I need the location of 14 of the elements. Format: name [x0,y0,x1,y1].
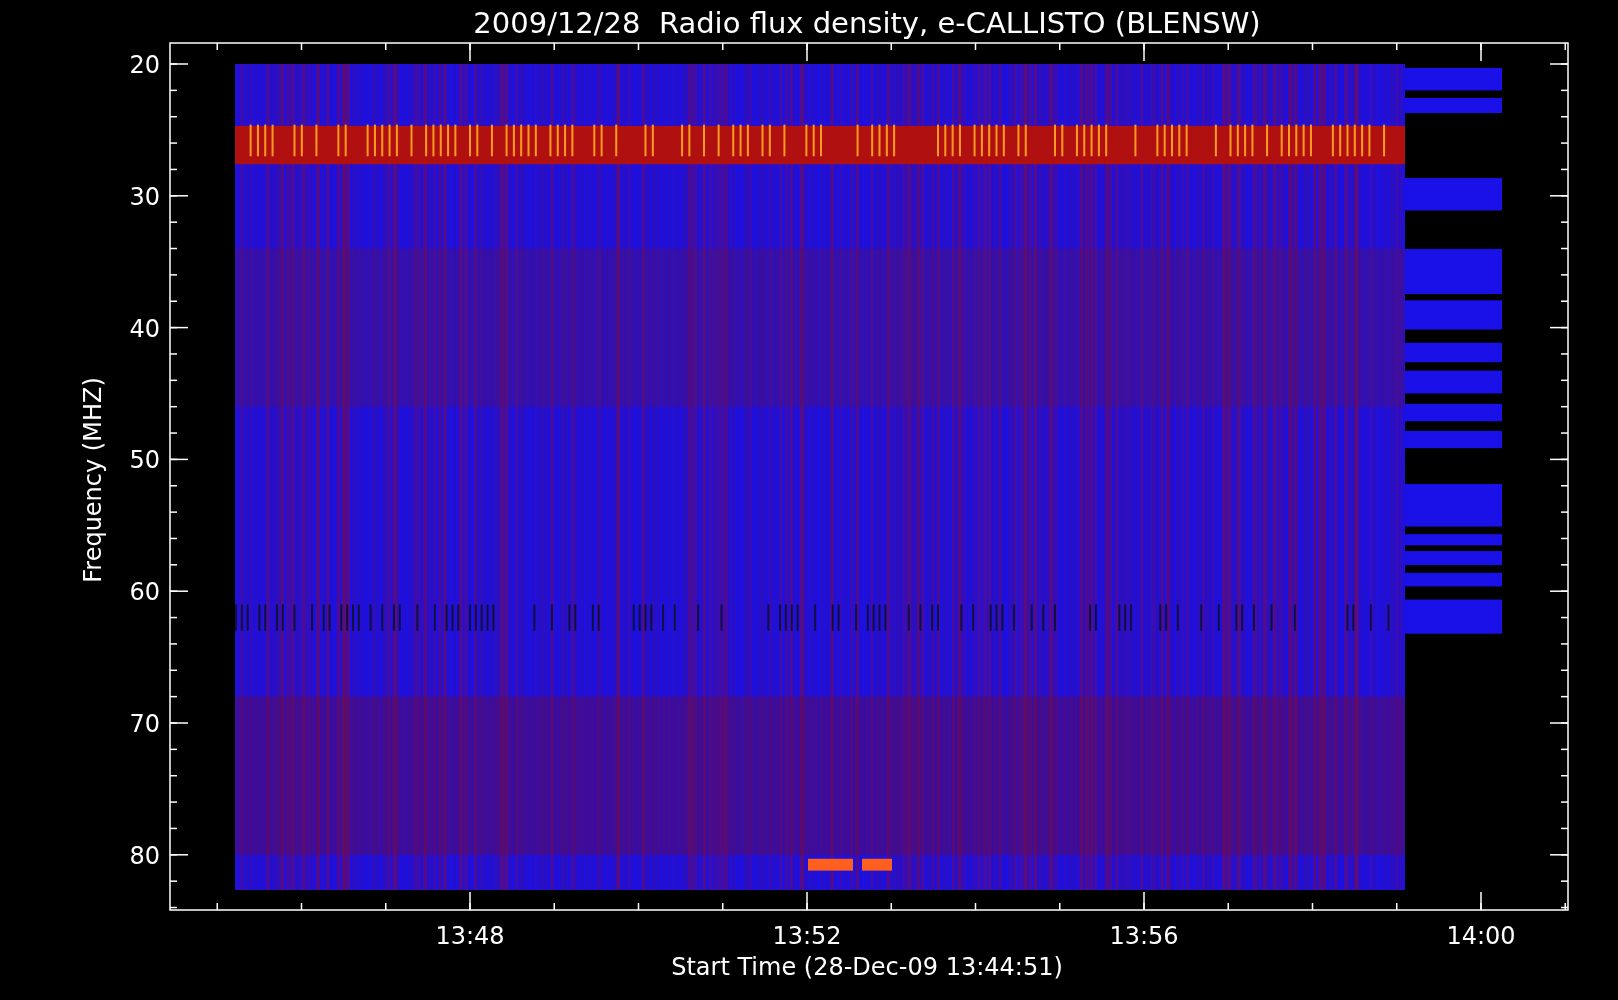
y-tick-label: 30 [129,182,160,211]
x-tick-label: 13:48 [435,922,505,950]
x-tick-label: 14:00 [1446,922,1516,950]
chart-title: 2009/12/28 Radio flux density, e-CALLISTO (BLENSW) [473,6,1261,40]
y-tick-label: 60 [129,578,160,607]
x-tick-label: 13:52 [772,922,842,950]
x-axis-label: Start Time (28-Dec-09 13:44:51) [671,953,1063,981]
y-axis-label: Frequency (MHZ) [79,377,107,583]
y-tick-label: 20 [129,51,160,79]
y-tick-label: 80 [129,841,160,870]
y-tick-label: 70 [129,710,160,738]
y-tick-label: 50 [129,446,160,475]
y-tick-label: 40 [129,314,160,343]
x-tick-label: 13:56 [1109,922,1179,950]
